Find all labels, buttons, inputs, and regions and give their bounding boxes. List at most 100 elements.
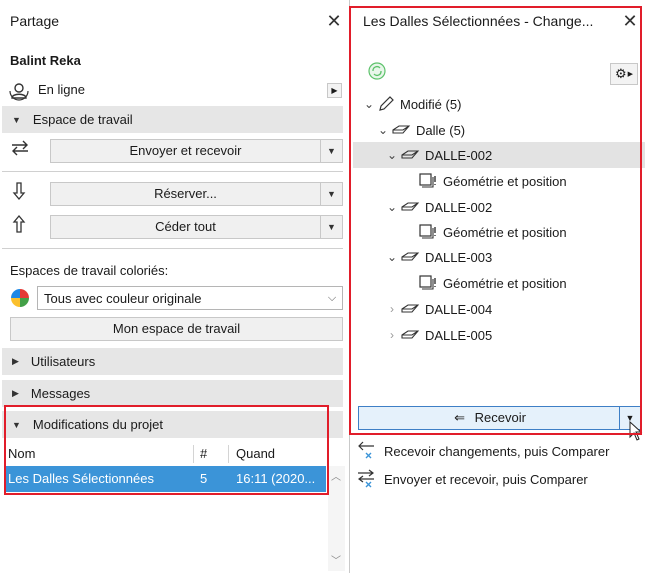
column-header-name[interactable]: Nom [8,443,35,465]
expand-triangle-icon: ▶ [627,71,634,78]
chevron-right-icon[interactable]: › [384,302,400,316]
column-separator [228,445,229,463]
column-header-count[interactable]: # [200,443,207,465]
messages-section-label: Messages [30,386,91,401]
send-receive-icon [12,140,28,156]
my-workspace-button[interactable]: Mon espace de travail [10,317,343,341]
chevron-down-icon: ⌵ [327,291,337,304]
expand-triangle-icon: ▶ [12,388,19,398]
refresh-icon[interactable] [368,62,386,80]
chevron-down-icon[interactable]: ⌄ [384,200,400,214]
changes-table-header: Nom # Quand [4,443,326,465]
reserve-label: Réserver... [154,186,217,201]
users-section-header[interactable]: ▶ Utilisateurs [2,348,343,375]
send-receive-label: Envoyer et recevoir [129,143,242,158]
chevron-right-icon[interactable]: › [384,328,400,342]
status-expand-icon[interactable]: ▶ [327,83,342,98]
slab-icon [392,125,411,134]
chevron-down-icon[interactable]: ▼ [320,140,342,162]
menu-item-send-receive-compare[interactable]: Envoyer et recevoir, puis Comparer [356,466,588,492]
slab-icon [401,304,420,313]
arrow-left-icon: ⇐ [454,410,465,425]
tree-node-geometry[interactable]: Géométrie et position [418,219,567,245]
receive-button[interactable]: ⇐ Recevoir [358,406,622,430]
send-receive-split-button[interactable]: Envoyer et recevoir ▼ [50,139,343,163]
release-all-label: Céder tout [155,219,216,234]
column-header-when[interactable]: Quand [236,443,275,465]
workspace-section-header[interactable]: ▼ Espace de travail [2,106,343,133]
release-arrow-icon [12,214,26,233]
geometry-icon [419,275,436,290]
receive-compare-icon [358,441,374,459]
slab-icon [401,330,420,339]
project-changes-section-header[interactable]: ▼ Modifications du projet [2,411,343,438]
color-mode-select[interactable]: Tous avec couleur originale ⌵ [37,286,343,310]
tree-node-dalle-005[interactable]: › DALLE-005 [384,322,492,348]
collapse-triangle-icon: ▼ [12,419,21,430]
online-status-row[interactable]: En ligne ▶ [0,80,349,102]
scroll-down-icon[interactable]: ﹀ [331,552,341,567]
project-changes-section-label: Modifications du projet [32,417,163,432]
pencil-icon [379,96,394,111]
reserve-split-button[interactable]: Réserver... ▼ [50,182,343,206]
color-mode-value: Tous avec couleur originale [44,290,202,306]
scroll-up-icon[interactable]: ︿ [331,468,341,483]
tree-node-dalle-002-b[interactable]: ⌄ DALLE-002 [384,194,492,220]
close-icon[interactable]: ✕ [319,11,349,32]
tree-node-slab-group[interactable]: ⌄ Dalle (5) [375,117,465,143]
tree-label: Géométrie et position [443,275,567,291]
tree-node-dalle-004[interactable]: › DALLE-004 [384,296,492,322]
menu-item-label: Envoyer et recevoir, puis Comparer [384,471,588,487]
collapse-triangle-icon: ▼ [12,114,21,125]
slab-icon [401,150,420,159]
table-scrollbar[interactable]: ︿ ﹀ [328,466,345,571]
tree-label: Dalle (5) [416,122,466,138]
row-name-cell: Les Dalles Sélectionnées [8,471,154,486]
reserve-arrow-icon [12,182,26,201]
user-name: Balint Reka [10,53,81,68]
settings-menu-button[interactable]: ⚙ ▶ [610,63,638,85]
cursor-icon [629,420,643,441]
receive-label: Recevoir [474,410,526,425]
menu-item-label: Recevoir changements, puis Comparer [384,443,610,459]
send-receive-compare-icon [358,469,374,488]
chevron-down-icon[interactable]: ⌄ [375,123,391,137]
slab-icon [401,252,420,261]
tree-label: DALLE-003 [425,249,493,265]
tree-label: Géométrie et position [443,224,567,240]
table-row[interactable]: Les Dalles Sélectionnées 5 16:11 (2020..… [4,466,326,492]
sharing-palette: Partage ✕ Balint Reka En ligne ▶ ▼ Espac… [0,0,350,573]
gear-icon: ⚙ [614,66,627,81]
user-status-icon [9,83,29,101]
expand-triangle-icon: ▶ [12,356,19,366]
changes-titlebar: Les Dalles Sélectionnées - Change... ✕ [351,0,645,42]
chevron-down-icon[interactable]: ▼ [320,216,342,238]
divider [2,171,343,172]
messages-section-header[interactable]: ▶ Messages [2,380,343,407]
colored-workspaces-label: Espaces de travail coloriés: [10,263,169,278]
tree-node-geometry[interactable]: Géométrie et position [418,270,567,296]
tree-node-dalle-002-a[interactable]: ⌄ DALLE-002 [384,142,492,168]
geometry-icon [419,224,436,239]
tree-label: Modifié (5) [400,96,462,112]
tree-node-geometry[interactable]: Géométrie et position [418,168,567,194]
chevron-down-icon[interactable]: ⌄ [384,250,400,264]
release-all-split-button[interactable]: Céder tout ▼ [50,215,343,239]
chevron-down-icon[interactable]: ⌄ [384,148,400,162]
tree-label: DALLE-002 [425,147,493,163]
divider [2,248,343,249]
online-status-label: En ligne [38,82,85,97]
menu-item-receive-compare[interactable]: Recevoir changements, puis Comparer [356,438,609,464]
close-icon[interactable]: ✕ [615,11,645,32]
tree-node-modified[interactable]: ⌄ Modifié (5) [361,91,461,117]
tree-label: DALLE-004 [425,301,493,317]
tree-node-dalle-003[interactable]: ⌄ DALLE-003 [384,244,492,270]
slab-icon [401,202,420,211]
color-wheel-icon [11,289,29,307]
row-when-cell: 16:11 (2020... [236,471,316,486]
users-section-label: Utilisateurs [30,354,96,369]
tree-label: DALLE-005 [425,327,493,343]
chevron-down-icon[interactable]: ▼ [320,183,342,205]
chevron-down-icon[interactable]: ⌄ [361,97,377,111]
sharing-titlebar: Partage ✕ [0,0,349,42]
